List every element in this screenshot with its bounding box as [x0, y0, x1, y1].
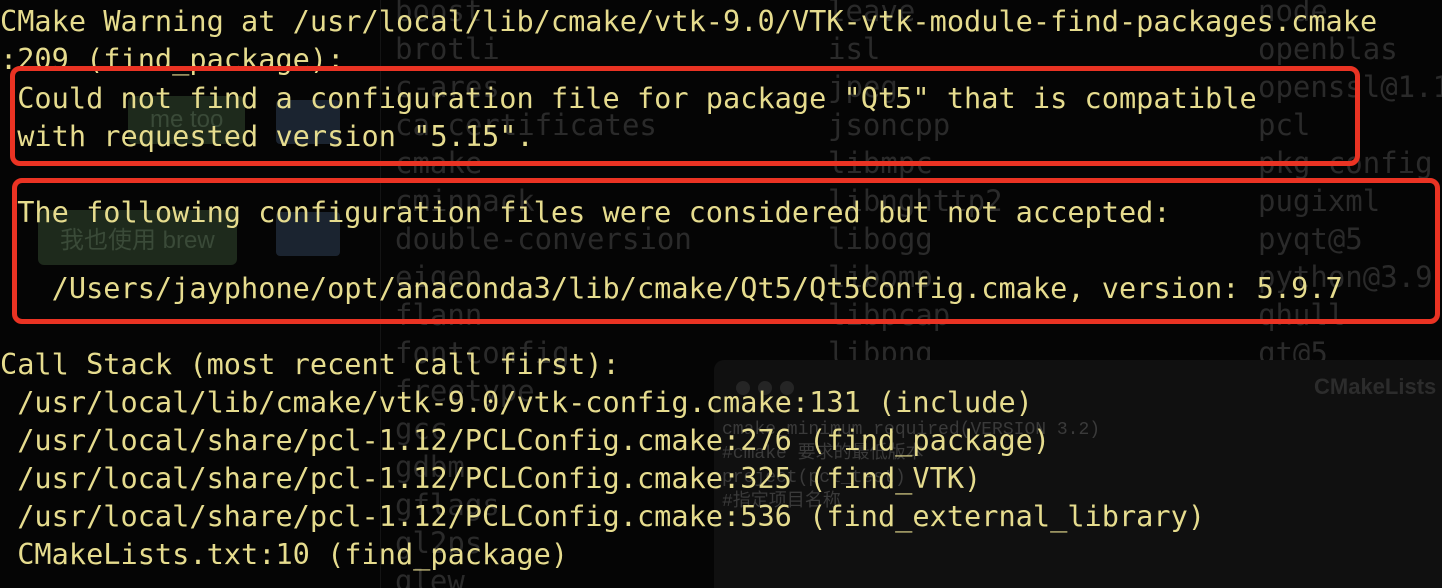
- not-found-line-1: Could not find a configuration file for …: [0, 81, 1257, 115]
- call-stack-entry: CMakeLists.txt:10 (find_package): [0, 537, 569, 571]
- call-stack-entry: /usr/local/share/pcl-1.12/PCLConfig.cmak…: [0, 499, 1206, 533]
- background-window-title: CMakeLists: [1314, 374, 1437, 399]
- considered-file-path: /Users/jayphone/opt/anaconda3/lib/cmake/…: [0, 271, 1343, 305]
- not-found-line-2: with requested version "5.15".: [0, 119, 534, 153]
- call-stack-entry: /usr/local/share/pcl-1.12/PCLConfig.cmak…: [0, 461, 982, 495]
- terminal-window[interactable]: boost brotli c-ares ca-certificates cmak…: [0, 0, 1442, 588]
- warning-line-1: CMake Warning at /usr/local/lib/cmake/vt…: [0, 4, 1378, 38]
- call-stack-header: Call Stack (most recent call first):: [0, 347, 620, 381]
- call-stack-entry: /usr/local/share/pcl-1.12/PCLConfig.cmak…: [0, 423, 1051, 457]
- considered-line-1: The following configuration files were c…: [0, 195, 1171, 229]
- call-stack-entry: /usr/local/lib/cmake/vtk-9.0/vtk-config.…: [0, 385, 1033, 419]
